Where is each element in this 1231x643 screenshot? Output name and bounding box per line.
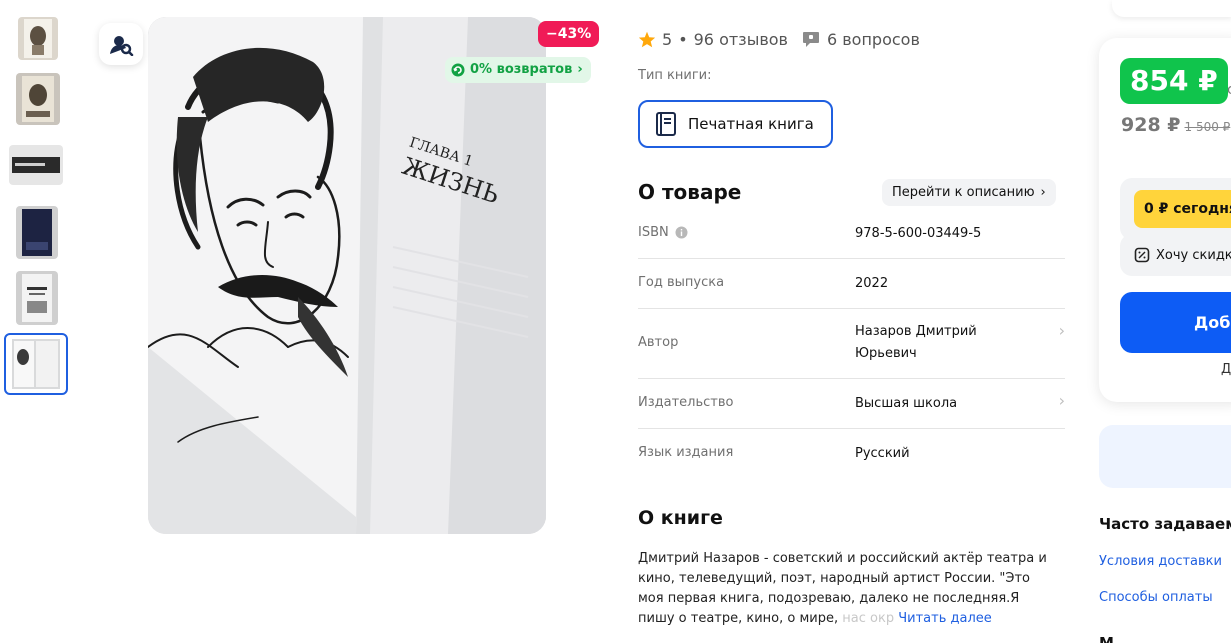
installment-chip[interactable]: 0 ₽ сегодня [1134,190,1231,228]
goto-description-label: Перейти к описанию [892,185,1035,200]
faq-link-payment[interactable]: Способы оплаты [1099,590,1213,605]
image-search-button[interactable] [99,23,143,65]
discount-badge: −43% [538,21,600,47]
chevron-right-icon: › [1058,321,1065,340]
thumbnail-4[interactable] [16,206,58,259]
faq-title: Часто задаваемые [1099,515,1231,533]
returns-badge-label: 0% возвратов [470,62,573,77]
chat-icon [802,32,819,47]
book-icon [656,112,676,136]
read-more-link[interactable]: Читать далее [898,611,992,626]
promo-banner[interactable] [1099,425,1231,488]
chevron-right-icon: › [1058,391,1065,410]
book-description: Дмитрий Назаров - советский и российский… [638,549,1058,629]
property-key: Издательство [638,395,734,410]
thumbnail-5[interactable] [16,271,58,325]
faq-link-delivery[interactable]: Условия доставки [1099,554,1222,569]
rating-summary[interactable]: 5 • 96 отзывов 6 вопросов [638,30,920,49]
chevron-right-icon: › [577,62,583,77]
next-section-title: М [1099,634,1114,643]
property-key: Язык издания [638,445,734,460]
property-row: Язык издания Русский [638,429,1065,479]
wish-discount-button[interactable]: Хочу скидку [1120,234,1231,276]
property-value: 2022 [855,276,889,291]
add-to-cart-button[interactable]: Добавить [1120,292,1231,353]
wish-discount-label: Хочу скидку [1156,247,1231,263]
product-page: ГЛАВА 1 ЖИЗНЬ −43% 0% возвратов › 5 • 96… [0,0,1231,643]
book-description-fade: нас окр [842,611,895,626]
info-icon[interactable] [675,226,688,239]
main-product-image[interactable]: ГЛАВА 1 ЖИЗНЬ [148,17,546,534]
reviews-count[interactable]: 96 отзывов [694,30,788,49]
header-fragment [1112,0,1231,17]
delivery-info-fragment: Д [1221,362,1231,377]
property-row: ISBN 978-5-600-03449-5 [638,211,1065,259]
about-book-title: О книге [638,507,723,529]
chevron-right-icon: › [1040,185,1046,200]
property-value-author-link[interactable]: Назаров Дмитрий Юрьевич [855,321,1035,365]
price-without-card: 928 ₽1 500 ₽ [1121,114,1231,136]
about-product-title: О товаре [638,180,742,204]
questions-count: 6 вопросов [826,30,920,49]
goto-description-button[interactable]: Перейти к описанию › [882,179,1056,206]
book-type-option[interactable]: Печатная книга [638,100,833,148]
property-row: Год выпуска 2022 [638,259,1065,309]
property-row[interactable]: Издательство Высшая школа › [638,379,1065,429]
price-with-card: 854 ₽ [1120,58,1228,104]
price-tail: с [1227,82,1231,98]
thumbnail-1[interactable] [18,17,58,60]
rating-separator: • [678,30,688,49]
star-icon [638,31,656,48]
image-search-icon [110,36,134,56]
thumbnail-2[interactable] [16,73,60,125]
refresh-icon [451,63,465,77]
rating-value: 5 [662,30,673,49]
property-value-publisher-link[interactable]: Высшая школа [855,393,1035,415]
returns-badge[interactable]: 0% возвратов › [445,57,591,83]
property-key: ISBN [638,225,688,240]
percent-tag-icon [1134,247,1150,263]
price-old: 1 500 ₽ [1184,120,1231,134]
questions-link[interactable]: 6 вопросов [802,30,920,49]
property-value: Русский [855,446,910,461]
thumbnail-6-selected[interactable] [4,333,68,395]
book-type-value: Печатная книга [688,115,814,133]
book-type-label: Тип книги: [638,68,712,83]
property-row[interactable]: Автор Назаров Дмитрий Юрьевич › [638,309,1065,379]
property-value: 978-5-600-03449-5 [855,226,982,241]
buy-box: 854 ₽ с 928 ₽1 500 ₽ 0 ₽ сегодня Хочу ск… [1099,38,1231,402]
property-key: Автор [638,335,679,350]
property-key: Год выпуска [638,275,725,290]
thumbnail-3[interactable] [9,145,63,185]
installment-block[interactable]: 0 ₽ сегодня [1120,178,1231,240]
